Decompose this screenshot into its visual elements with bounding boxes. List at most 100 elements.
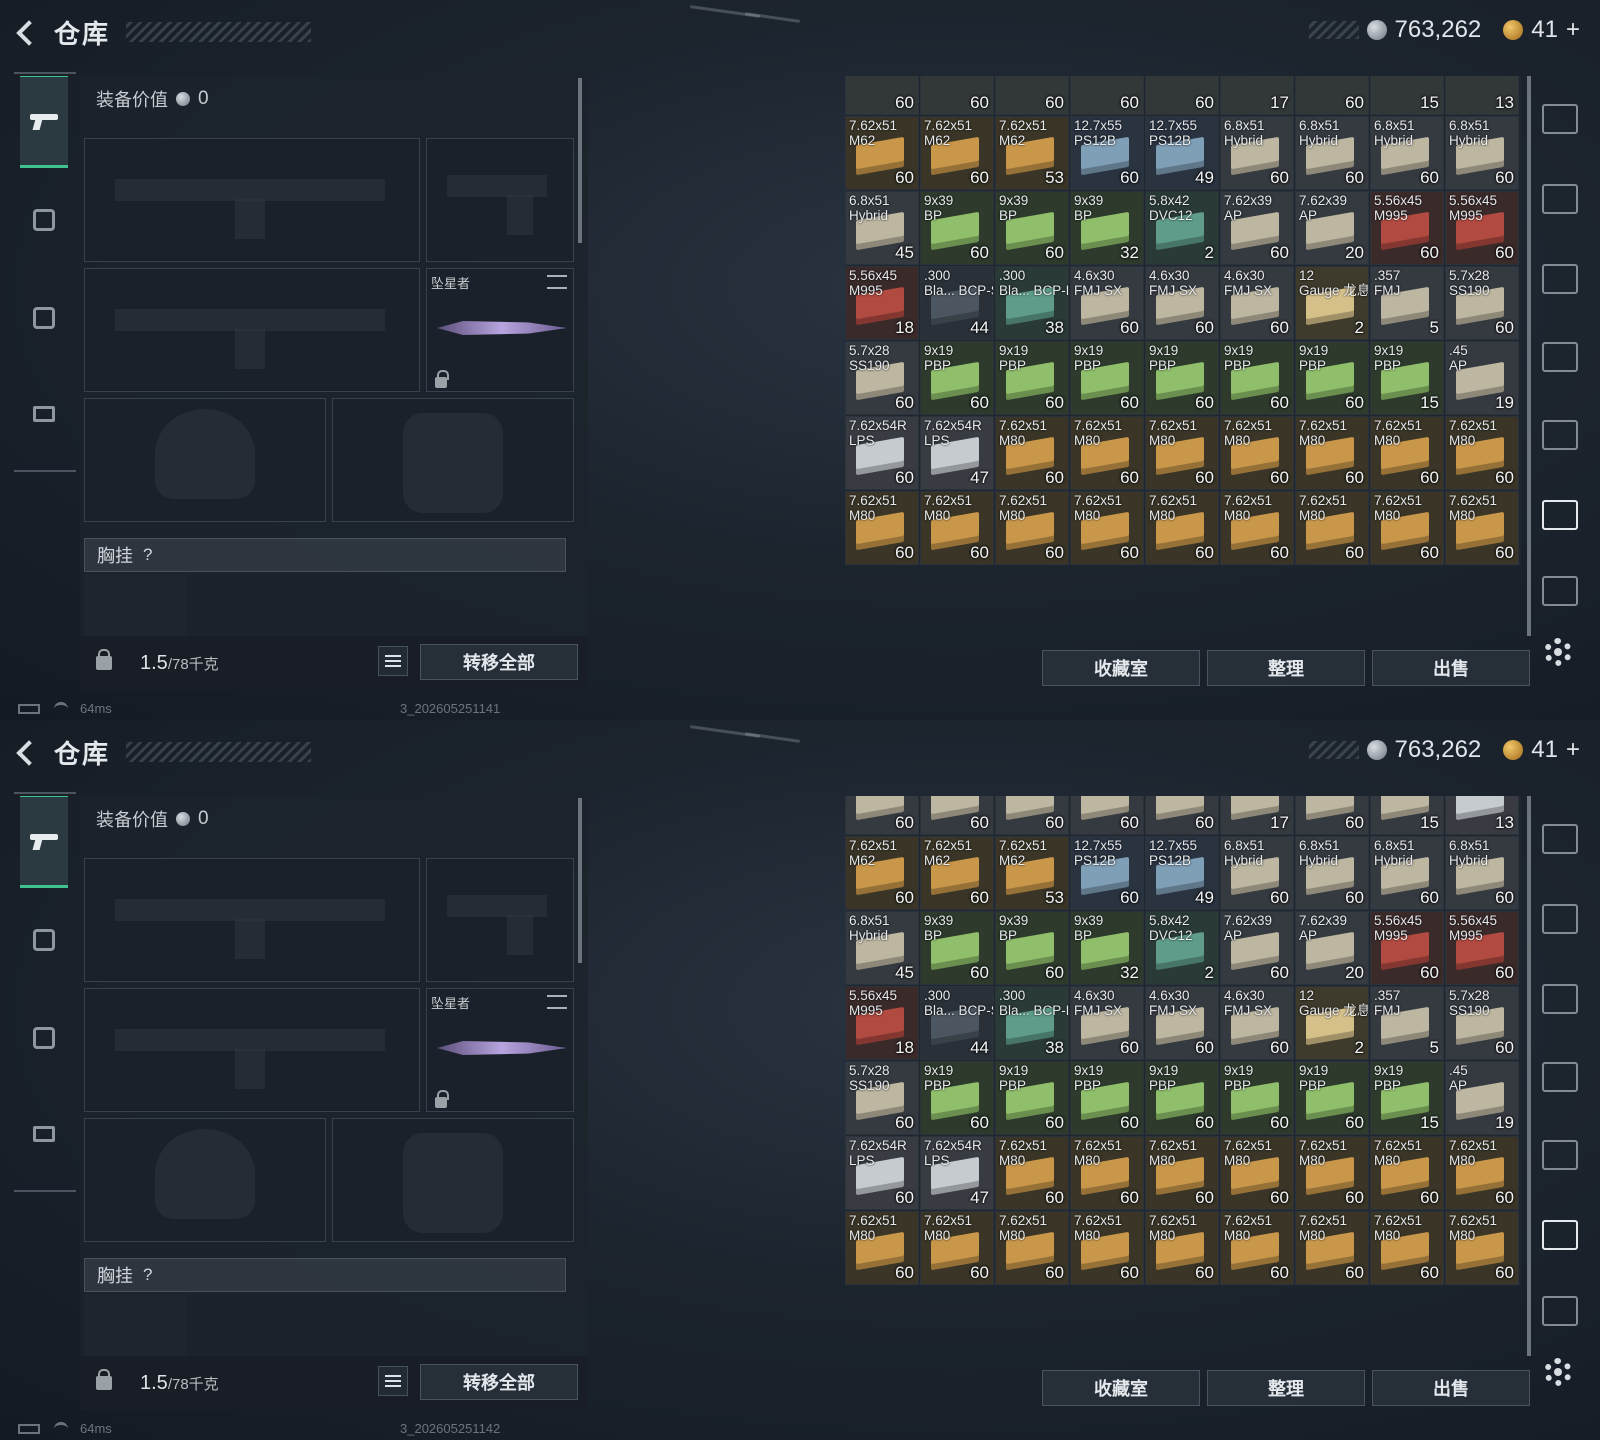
inventory-cell[interactable]: 4.6x30 FMJ SX 60: [1070, 986, 1144, 1060]
help-icon[interactable]: ?: [143, 1265, 152, 1285]
inventory-cell[interactable]: .300Bla... BCP-SUB 44: [920, 986, 994, 1060]
inventory-cell[interactable]: 7.62x51 M80 60: [995, 416, 1069, 490]
inventory-cell[interactable]: 9x19 PBP 60: [1070, 341, 1144, 415]
inventory-cell[interactable]: 6.8x51 Hybrid 60: [1445, 836, 1519, 910]
storage-tab-1[interactable]: [1542, 824, 1578, 854]
storage-tab-2[interactable]: [1542, 904, 1578, 934]
inventory-cell[interactable]: 5.7x28SS19015: [1370, 796, 1444, 835]
chest-rig-slot[interactable]: [84, 574, 186, 640]
inventory-cell[interactable]: 9x19 PBP 60: [1220, 1061, 1294, 1135]
inventory-cell[interactable]: 6.8x51 Hybrid 60: [1220, 116, 1294, 190]
melee-slot[interactable]: 坠星者: [426, 988, 574, 1112]
inventory-cell[interactable]: 5.7x28SS190 60: [1445, 986, 1519, 1060]
inventory-cell[interactable]: .357 FMJ 5: [1370, 986, 1444, 1060]
inventory-cell[interactable]: .300Bla... BCP-FMJ 38: [995, 266, 1069, 340]
inventory-cell[interactable]: 6.8x51 Hybrid 60: [1370, 836, 1444, 910]
inventory-cell[interactable]: 5.7x28SS190 60: [1445, 266, 1519, 340]
sort-button[interactable]: 整理: [1207, 1370, 1365, 1406]
inventory-cell-partial[interactable]: 60: [1070, 76, 1144, 115]
inventory-cell[interactable]: 5.8x42 DVC12 2: [1145, 191, 1219, 265]
sell-button[interactable]: 出售: [1372, 1370, 1530, 1406]
inventory-cell[interactable]: 5.56x45 M995 60: [1445, 911, 1519, 985]
inventory-cell[interactable]: 6.8x51 Hybrid 45: [845, 191, 919, 265]
inventory-cell[interactable]: 7.62x51 M80 60: [1070, 416, 1144, 490]
inventory-cell[interactable]: 9x39 BP 60: [995, 191, 1069, 265]
inventory-cell[interactable]: .300Bla... BCP-SUB 44: [920, 266, 994, 340]
inventory-cell-partial[interactable]: 60: [845, 76, 919, 115]
vault-button[interactable]: 收藏室: [1042, 650, 1200, 686]
inventory-cell[interactable]: 12.7x55 PS12B 49: [1145, 836, 1219, 910]
add-gold-button[interactable]: +: [1566, 736, 1580, 764]
secondary-weapon-slot[interactable]: [84, 988, 420, 1112]
inventory-cell[interactable]: 12.7x55 PS12B 60: [1070, 116, 1144, 190]
inventory-cell[interactable]: 9x19 PBP 60: [1145, 341, 1219, 415]
inventory-cell-partial[interactable]: 60: [995, 76, 1069, 115]
inventory-cell-partial[interactable]: 60: [920, 76, 994, 115]
armor-slot[interactable]: [332, 1118, 574, 1242]
storage-tab-1[interactable]: [1542, 104, 1578, 134]
inventory-cell[interactable]: 7.62x51 M62 60: [920, 116, 994, 190]
inventory-cell[interactable]: 6.8x51 Hybrid 60: [1220, 836, 1294, 910]
inventory-cell[interactable]: .45 AP 19: [1445, 341, 1519, 415]
helmet-slot[interactable]: [84, 398, 326, 522]
inventory-cell[interactable]: 4.6x30 FMJ SX 60: [1145, 986, 1219, 1060]
inventory-cell[interactable]: 7.62x39 AP 20: [1295, 191, 1369, 265]
inventory-cell[interactable]: 7.62x51 M62 60: [845, 116, 919, 190]
inventory-cell[interactable]: 9x19 PBP 60: [1070, 1061, 1144, 1135]
inventory-cell[interactable]: 7.62x51 M80 60: [1145, 1136, 1219, 1210]
inventory-cell[interactable]: .45 AP 19: [1445, 1061, 1519, 1135]
inventory-cell[interactable]: 9x19 PBP 60: [920, 1061, 994, 1135]
inventory-cell[interactable]: 9x19 PBP 60: [1295, 1061, 1369, 1135]
inventory-cell[interactable]: 9x19 PBP 60: [995, 1061, 1069, 1135]
pistol-slot[interactable]: [426, 138, 574, 262]
inventory-cell[interactable]: 9x19 PBP 15: [1370, 1061, 1444, 1135]
pistol-slot[interactable]: [426, 858, 574, 982]
inventory-cell[interactable]: 7.62x51 M80 60: [920, 491, 994, 565]
storage-tab-2[interactable]: [1542, 184, 1578, 214]
inventory-cell[interactable]: 6.8x51 Hybrid 60: [1370, 116, 1444, 190]
inventory-cell[interactable]: 4.6x30 FMJ SX 60: [1070, 266, 1144, 340]
inventory-cell[interactable]: 9x39 BP 60: [920, 911, 994, 985]
inventory-cell[interactable]: 7.62x51 M62 53: [995, 836, 1069, 910]
inventory-cell[interactable]: 7.62x51 M80 60: [1445, 491, 1519, 565]
inventory-cell[interactable]: 9x19 PBP 60: [1220, 341, 1294, 415]
inventory-scrollbar[interactable]: [1527, 76, 1531, 636]
list-icon[interactable]: [378, 1366, 408, 1396]
inventory-cell[interactable]: 7.62x51 M80 60: [1220, 416, 1294, 490]
inventory-cell[interactable]: 7.62x51 M80 60: [1145, 1211, 1219, 1285]
inventory-cell[interactable]: 4.6x30AP SX60: [995, 796, 1069, 835]
inventory-cell[interactable]: 7.62x39 AP 20: [1295, 911, 1369, 985]
inventory-cell-partial[interactable]: 13: [1445, 76, 1519, 115]
equipment-scrollbar[interactable]: [578, 798, 582, 963]
inventory-cell[interactable]: 9x39 BP 32: [1070, 191, 1144, 265]
inventory-cell-partial[interactable]: 60: [1295, 76, 1369, 115]
helmet-slot[interactable]: [84, 1118, 326, 1242]
inventory-cell[interactable]: 7.62x51 M62 60: [845, 836, 919, 910]
inventory-cell[interactable]: 7.62x51 M80 60: [1070, 1211, 1144, 1285]
gear-icon[interactable]: [1544, 1358, 1572, 1386]
inventory-cell[interactable]: 6.8x51 Hybrid 60: [1295, 836, 1369, 910]
inventory-cell[interactable]: 7.62x51 M80 60: [1370, 1211, 1444, 1285]
nav-armor[interactable]: [20, 916, 68, 964]
nav-weapons[interactable]: [20, 796, 68, 888]
inventory-cell-partial[interactable]: 15: [1370, 76, 1444, 115]
inventory-cell[interactable]: 4.6x30AP SX60: [1070, 796, 1144, 835]
inventory-cell[interactable]: 7.62x51 M80 60: [995, 491, 1069, 565]
add-gold-button[interactable]: +: [1566, 16, 1580, 44]
inventory-cell[interactable]: 12.7x55 PS12B 49: [1145, 116, 1219, 190]
inventory-cell[interactable]: 7.62x51 M80 60: [1445, 1211, 1519, 1285]
inventory-cell[interactable]: .357 FMJ 5: [1370, 266, 1444, 340]
inventory-cell[interactable]: 7.62x51 M80 60: [995, 1136, 1069, 1210]
storage-tab-6[interactable]: [1542, 500, 1578, 530]
inventory-cell[interactable]: 7.62x39 AP 60: [1220, 191, 1294, 265]
inventory-cell[interactable]: 4.6x30 FMJ SX 60: [1220, 266, 1294, 340]
inventory-cell[interactable]: 7.62x54R LPS 47: [920, 416, 994, 490]
inventory-cell[interactable]: 9x19 PBP 60: [920, 341, 994, 415]
inventory-cell[interactable]: 12Gauge 龙息弹 2: [1295, 986, 1369, 1060]
inventory-cell[interactable]: .300Bla... BCP-FMJ 38: [995, 986, 1069, 1060]
nav-backpack[interactable]: [20, 1014, 68, 1062]
backpack-lock[interactable]: [90, 646, 118, 674]
inventory-cell[interactable]: 7.62x51 M80 60: [1370, 491, 1444, 565]
inventory-cell[interactable]: 7.62x51 M80 60: [1370, 416, 1444, 490]
nav-armor[interactable]: [20, 196, 68, 244]
